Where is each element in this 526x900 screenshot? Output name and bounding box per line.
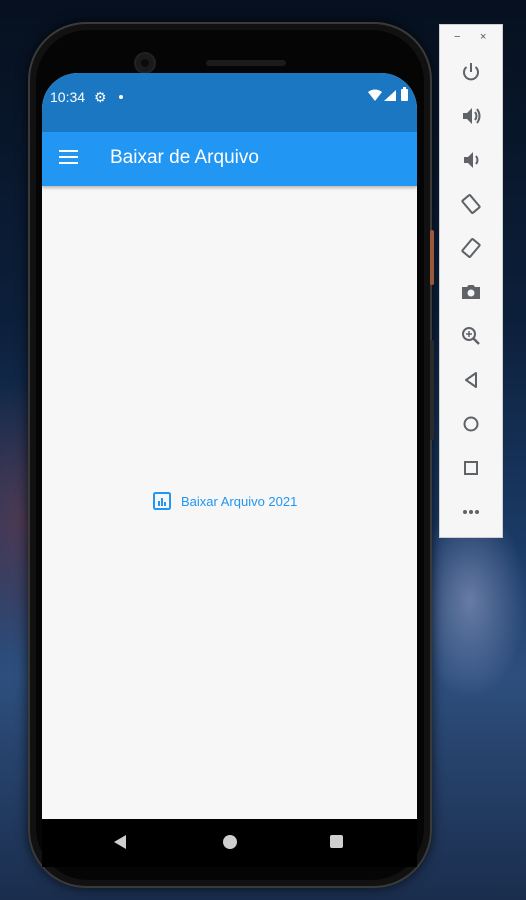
- earpiece-speaker: [206, 60, 286, 66]
- download-file-button[interactable]: Baixar Arquivo 2021: [153, 492, 297, 510]
- hamburger-menu-icon[interactable]: [59, 150, 78, 166]
- status-bar: 10:34 ⚙: [42, 73, 417, 132]
- toolbar-window-controls: − ×: [440, 31, 502, 47]
- bar-chart-icon: [153, 492, 171, 510]
- zoom-icon[interactable]: [457, 322, 485, 350]
- rotate-left-icon[interactable]: [457, 190, 485, 218]
- volume-up-icon[interactable]: [457, 102, 485, 130]
- home-circle-icon[interactable]: [223, 835, 237, 849]
- notification-dot-icon: [119, 95, 123, 99]
- power-side-button[interactable]: [430, 230, 434, 285]
- wifi-icon: [368, 89, 382, 101]
- status-time: 10:34: [50, 89, 86, 105]
- power-icon[interactable]: [457, 58, 485, 86]
- back-triangle-icon[interactable]: [114, 835, 126, 849]
- rotate-right-icon[interactable]: [457, 234, 485, 262]
- close-button[interactable]: ×: [480, 31, 486, 43]
- download-button-label: Baixar Arquivo 2021: [181, 493, 298, 509]
- settings-gear-icon: ⚙: [94, 89, 107, 105]
- front-camera: [136, 54, 154, 72]
- recents-square-icon[interactable]: [330, 835, 343, 848]
- volume-side-button[interactable]: [430, 340, 434, 440]
- battery-icon: [401, 87, 408, 101]
- volume-down-icon[interactable]: [457, 146, 485, 174]
- system-nav-bar: [42, 819, 417, 867]
- page-title: Baixar de Arquivo: [110, 147, 259, 168]
- back-icon[interactable]: [457, 366, 485, 394]
- more-icon[interactable]: [457, 498, 485, 526]
- phone-screen: 10:34 ⚙ Baixar de Arquivo Baixar Arquivo…: [42, 73, 417, 819]
- overview-icon[interactable]: [457, 454, 485, 482]
- main-content: Baixar Arquivo 2021: [42, 186, 417, 819]
- camera-icon[interactable]: [457, 278, 485, 306]
- signal-icon: [384, 90, 396, 101]
- emulator-toolbar: − ×: [439, 24, 503, 538]
- minimize-button[interactable]: −: [454, 31, 460, 43]
- home-icon[interactable]: [457, 410, 485, 438]
- app-bar: Baixar de Arquivo: [42, 132, 417, 186]
